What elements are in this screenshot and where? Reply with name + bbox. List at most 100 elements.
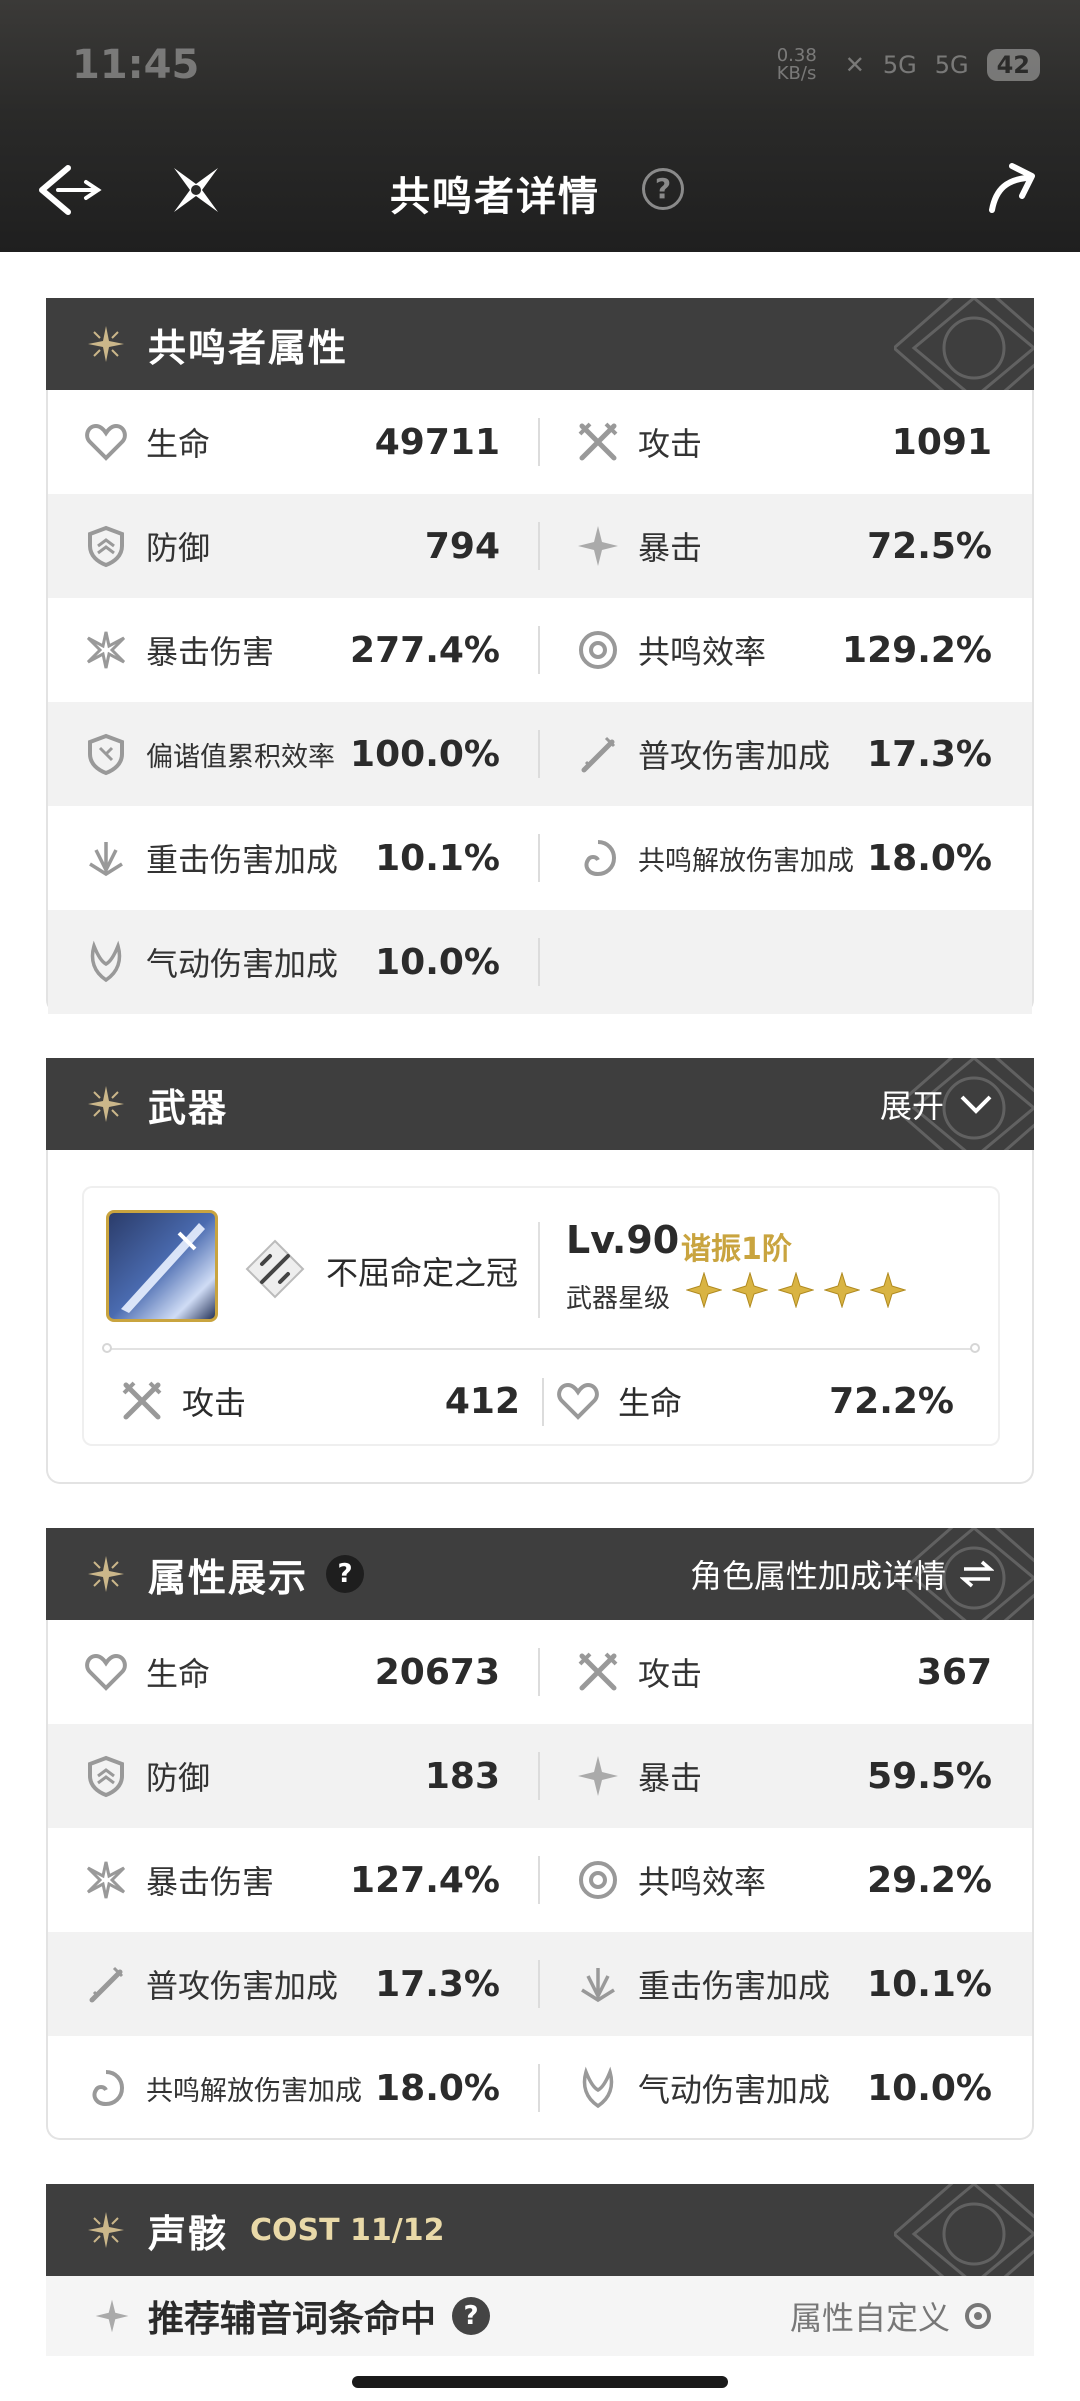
help-icon[interactable]: ?: [452, 2297, 491, 2335]
section-title: 武器: [148, 1085, 229, 1130]
slash-icon: [84, 1962, 128, 2006]
stat-cell: 偏谐值累积效率 100.0%: [48, 702, 540, 806]
burst-icon: [84, 1858, 128, 1902]
stat-value: 72.2%: [829, 1380, 954, 1422]
stat-cell: 暴击伤害 277.4%: [48, 598, 540, 702]
network-speed: 0.38 KB/s: [776, 45, 817, 84]
stat-cell: 共鸣效率 129.2%: [540, 598, 1032, 702]
stat-cell: 攻击 367: [540, 1620, 1032, 1724]
stat-row: 防御 794 暴击 72.5%: [48, 494, 1032, 598]
stat-row: 重击伤害加成 10.1% 共鸣解放伤害加成 18.0%: [48, 806, 1032, 910]
liberation-icon: [576, 836, 620, 880]
stat-value: 10.0%: [867, 2067, 992, 2109]
stat-label: 共鸣解放伤害加成: [146, 2075, 362, 2107]
weapon-blade-icon: [121, 1223, 205, 1313]
slash-icon: [576, 732, 620, 776]
stat-cell: 暴击 59.5%: [540, 1724, 1032, 1828]
stat-row: 气动伤害加成 10.0%: [48, 910, 1032, 1014]
heavy-attack-icon: [576, 1962, 620, 2006]
game-logo-icon[interactable]: [166, 160, 226, 220]
stat-cell: 生命 49711: [48, 390, 540, 494]
stat-value: 367: [916, 1651, 992, 1693]
heart-icon: [556, 1379, 600, 1423]
divider: [538, 1222, 540, 1318]
spark-icon: [86, 2210, 126, 2250]
stat-cell: 共鸣解放伤害加成 18.0%: [48, 2036, 540, 2140]
stat-label: 防御: [146, 529, 211, 567]
section-title: 声骸: [148, 2211, 229, 2256]
spark-icon: [86, 324, 126, 364]
weapon-level: Lv.90: [566, 1218, 680, 1262]
echo-cost: COST 11/12: [250, 2212, 445, 2248]
nav-bar: 共鸣者详情 ?: [0, 150, 1080, 230]
stat-label: 共鸣效率: [638, 1863, 767, 1901]
stat-value: 794: [424, 525, 500, 567]
stat-label: 暴击: [638, 529, 703, 567]
stat-cell: 气动伤害加成 10.0%: [540, 2036, 1032, 2140]
stat-cell: 普攻伤害加成 17.3%: [48, 1932, 540, 2036]
stat-row: 偏谐值累积效率 100.0% 普攻伤害加成 17.3%: [48, 702, 1032, 806]
spark-icon: [86, 1084, 126, 1124]
stat-cell: 重击伤害加成 10.1%: [540, 1932, 1032, 2036]
gold-star-icon: [778, 1272, 814, 1308]
stat-value: 20673: [374, 1651, 500, 1693]
stat-value: 18.0%: [867, 837, 992, 879]
weapon-sync-rank: 谐振1阶: [681, 1232, 792, 1267]
heart-icon: [84, 1650, 128, 1694]
custom-attribute-button[interactable]: 属性自定义: [790, 2293, 994, 2339]
sub-title: 推荐辅音词条命中: [148, 2299, 437, 2340]
crit-star-icon: [576, 1754, 620, 1798]
signal-5g-2: 5G: [934, 51, 969, 79]
weapon-name: 不屈命定之冠: [326, 1254, 519, 1292]
share-icon[interactable]: [982, 158, 1042, 218]
status-time: 11:45: [72, 42, 200, 88]
stat-label: 偏谐值累积效率: [146, 741, 335, 773]
crossed-swords-icon: [120, 1379, 164, 1423]
weapon-info[interactable]: 不屈命定之冠 Lv.90 谐振1阶 武器星级 攻击 412 生命 72.2%: [84, 1188, 998, 1444]
gear-icon: [965, 2303, 991, 2329]
stat-value: 49711: [374, 421, 500, 463]
stat-value: 277.4%: [350, 629, 500, 671]
stat-label: 共鸣效率: [638, 633, 767, 671]
home-indicator[interactable]: [352, 2376, 728, 2388]
expand-toggle[interactable]: 展开: [880, 1058, 994, 1150]
app-header: 11:45 0.38 KB/s ✕ 5G 5G 42 共鸣者详情 ?: [0, 0, 1080, 252]
gold-star-icon: [732, 1272, 768, 1308]
stat-label: 重击伤害加成: [146, 841, 339, 879]
page-title: 共鸣者详情: [390, 174, 600, 220]
stat-label: 气动伤害加成: [638, 2071, 831, 2109]
signal-5g-1: 5G: [882, 51, 917, 79]
resonator-attributes-header: 共鸣者属性: [46, 298, 1034, 390]
shield-icon: [84, 1754, 128, 1798]
weapon-stat-attack: 攻击 412: [120, 1366, 534, 1436]
weapon-image: [106, 1210, 218, 1322]
help-icon[interactable]: ?: [326, 1555, 365, 1593]
stat-label: 暴击: [638, 1759, 703, 1797]
stat-label: 共鸣解放伤害加成: [638, 845, 854, 877]
tuning-shield-icon: [84, 732, 128, 776]
stat-value: 17.3%: [375, 1963, 500, 2005]
stat-cell: 普攻伤害加成 17.3%: [540, 702, 1032, 806]
back-arrow-icon[interactable]: [36, 160, 106, 220]
stat-value: 1091: [891, 421, 992, 463]
expand-label: 展开: [879, 1087, 944, 1125]
gold-star-icon: [686, 1272, 722, 1308]
stat-value: 17.3%: [867, 733, 992, 775]
help-icon[interactable]: ?: [642, 168, 684, 210]
stat-cell: 暴击 72.5%: [540, 494, 1032, 598]
shield-icon: [84, 524, 128, 568]
stat-row: 生命 20673 攻击 367: [48, 1620, 1032, 1724]
stat-value: 100.0%: [350, 733, 500, 775]
stat-cell: 共鸣解放伤害加成 18.0%: [540, 806, 1032, 910]
echo-card: 推荐辅音词条命中 ? 属性自定义: [46, 2276, 1034, 2356]
gold-star-icon: [824, 1272, 860, 1308]
stat-label: 攻击: [638, 1655, 703, 1693]
stat-label: 暴击伤害: [146, 1863, 275, 1901]
divider: [542, 1378, 544, 1426]
stat-label: 生命: [146, 425, 211, 463]
attribute-detail-link[interactable]: 角色属性加成详情: [690, 1528, 994, 1620]
stat-cell: 共鸣效率 29.2%: [540, 1828, 1032, 1932]
crossed-swords-icon: [576, 1650, 620, 1694]
stat-label: 生命: [146, 1655, 211, 1693]
crit-star-icon: [576, 524, 620, 568]
